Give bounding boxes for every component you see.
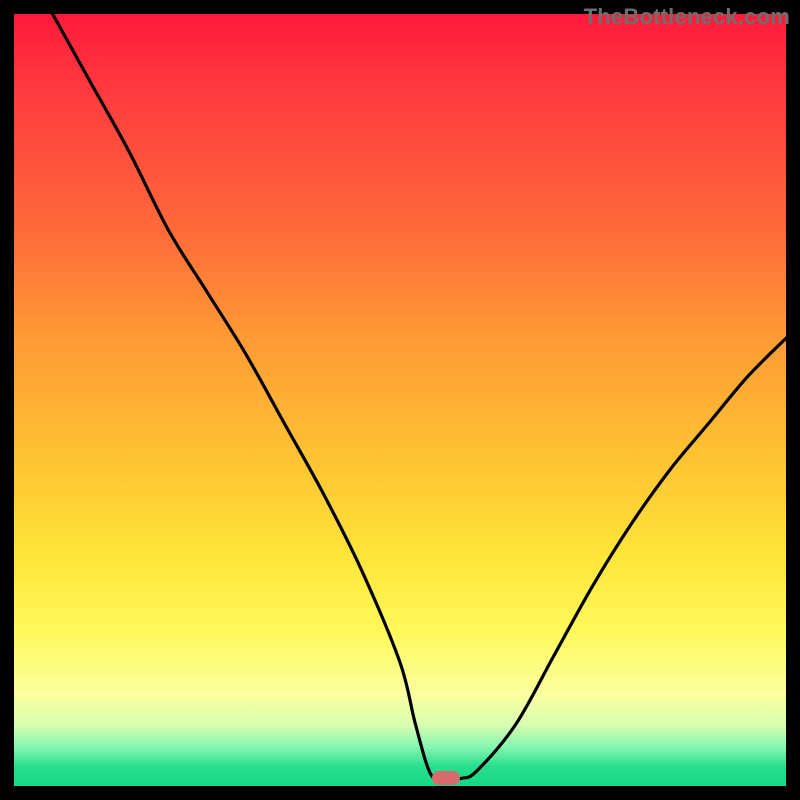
- plot-area: [14, 14, 786, 786]
- chart-frame: TheBottleneck.com: [0, 0, 800, 800]
- watermark-text: TheBottleneck.com: [584, 4, 790, 30]
- curve-layer: [14, 14, 786, 786]
- bottleneck-curve: [53, 14, 786, 780]
- optimal-point-marker: [432, 771, 460, 785]
